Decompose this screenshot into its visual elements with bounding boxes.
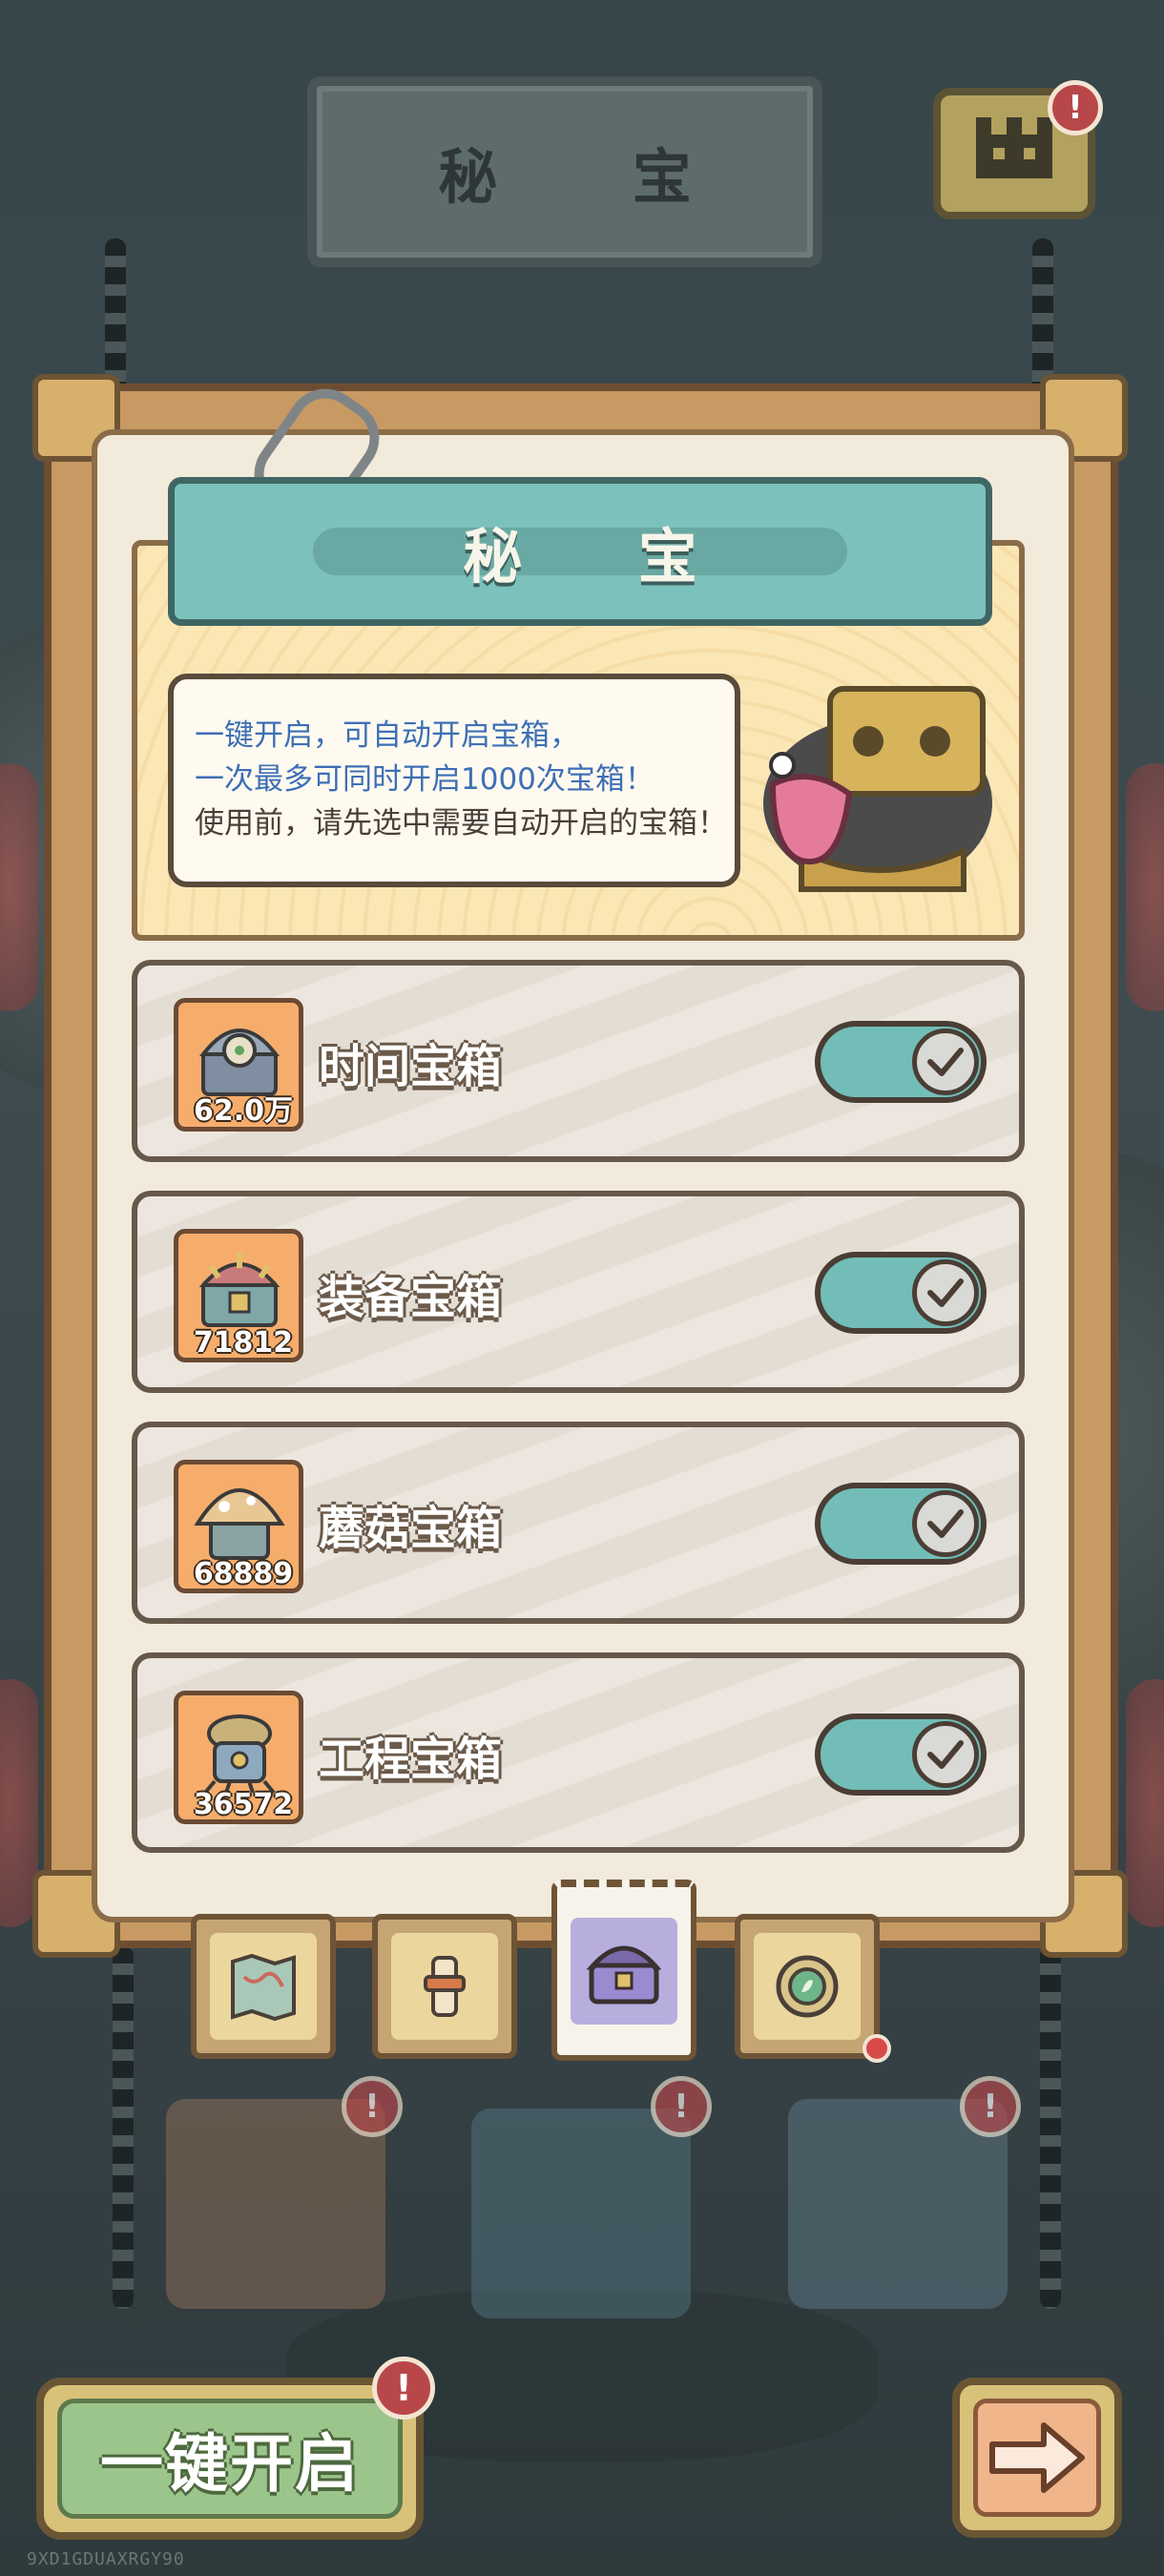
description-line-2: 一次最多可同时开启1000次宝箱！ xyxy=(195,762,655,797)
chest-alert-badge: ! xyxy=(342,2076,403,2137)
row-icon-box: 62.0万 xyxy=(174,998,303,1132)
open-all-alert-badge: ! xyxy=(372,2357,435,2420)
lava-glow xyxy=(0,763,38,1011)
tab-notification-dot xyxy=(863,2034,891,2063)
open-all-button[interactable]: 一键开启 xyxy=(36,2378,424,2540)
description-bubble: 一键开启，可自动开启宝箱， 一次最多可同时开启1000次宝箱！ 使用前，请先选中… xyxy=(168,674,740,887)
treasure-chest-icon xyxy=(571,1918,677,2025)
mushroom-chest-icon xyxy=(194,1488,285,1560)
title-pill: 秘 宝 xyxy=(313,522,847,592)
chain-decoration xyxy=(1040,1946,1061,2309)
panel-title-banner: 秘 宝 xyxy=(168,477,992,626)
arrow-right-icon xyxy=(973,2399,1101,2517)
tab-compass[interactable] xyxy=(735,1914,880,2059)
chest-count: 36572 xyxy=(193,1788,294,1821)
auto-open-toggle[interactable] xyxy=(815,1021,987,1103)
watermark-id: 9XD1GDUAXRGY90 xyxy=(27,2549,185,2569)
open-all-label: 一键开启 xyxy=(100,2427,360,2501)
description-line-3: 使用前，请先选中需要自动开启的宝箱！ xyxy=(195,806,727,841)
row-icon-box: 71812 xyxy=(174,1229,303,1362)
scroll-icon xyxy=(391,1933,498,2040)
next-button[interactable] xyxy=(952,2378,1122,2538)
bg-chest xyxy=(471,2109,691,2318)
header-sign-title: 秘 宝 xyxy=(438,142,749,212)
chest-count: 68889 xyxy=(193,1557,294,1590)
row-icon-box: 68889 xyxy=(174,1460,303,1593)
panel-title: 秘 宝 xyxy=(463,522,745,592)
castle-alert-badge: ! xyxy=(1048,80,1103,135)
check-icon xyxy=(912,1028,979,1095)
check-icon xyxy=(912,1259,979,1326)
chest-mimic-mascot-icon xyxy=(763,686,992,892)
castle-icon xyxy=(970,108,1058,199)
compass-icon xyxy=(754,1933,861,2040)
row-icon-box: 36572 xyxy=(174,1691,303,1824)
chain-decoration xyxy=(113,1946,134,2309)
chest-count: 71812 xyxy=(193,1326,294,1360)
equipment-chest-icon xyxy=(198,1253,281,1327)
chest-row-engineering[interactable]: 36572 工程宝箱 xyxy=(132,1652,1025,1853)
chest-label: 装备宝箱 xyxy=(319,1271,503,1324)
chest-count: 62.0万 xyxy=(193,1094,294,1128)
chest-label: 蘑菇宝箱 xyxy=(319,1502,503,1555)
chest-row-time[interactable]: 62.0万 时间宝箱 xyxy=(132,960,1025,1162)
check-icon xyxy=(912,1721,979,1788)
description-line-1: 一键开启，可自动开启宝箱， xyxy=(195,718,579,753)
chest-label: 时间宝箱 xyxy=(319,1040,503,1093)
check-icon xyxy=(912,1490,979,1557)
tab-treasure[interactable] xyxy=(551,1880,696,2061)
chest-alert-badge: ! xyxy=(651,2076,712,2137)
tab-scroll[interactable] xyxy=(372,1914,517,2059)
chest-row-mushroom[interactable]: 68889 蘑菇宝箱 xyxy=(132,1422,1025,1624)
auto-open-toggle[interactable] xyxy=(815,1252,987,1334)
chest-alert-badge: ! xyxy=(960,2076,1021,2137)
chest-label: 工程宝箱 xyxy=(319,1733,503,1786)
open-all-button-face: 一键开启 xyxy=(57,2399,403,2519)
tab-map[interactable] xyxy=(191,1914,336,2059)
lava-glow xyxy=(1126,1679,1164,1927)
auto-open-toggle[interactable] xyxy=(815,1483,987,1565)
engineering-chest-icon xyxy=(203,1714,276,1795)
auto-open-toggle[interactable] xyxy=(815,1714,987,1796)
lava-glow xyxy=(1126,763,1164,1011)
chest-row-equipment[interactable]: 71812 装备宝箱 xyxy=(132,1191,1025,1393)
header-sign: 秘 宝 xyxy=(307,76,822,267)
map-icon xyxy=(210,1933,317,2040)
